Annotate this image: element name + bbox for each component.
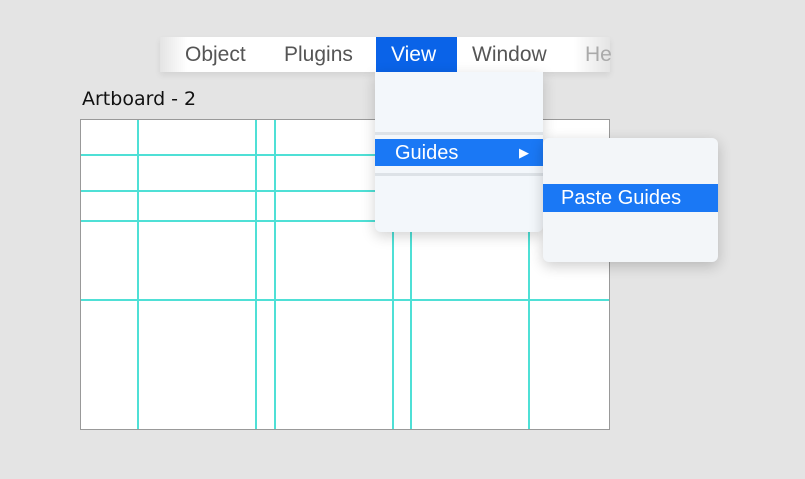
vertical-guide[interactable] — [137, 120, 139, 429]
menu-object[interactable]: Object — [170, 37, 261, 72]
menu-window[interactable]: Window — [457, 37, 562, 72]
menu-item-guides[interactable]: Guides ▶ — [375, 139, 543, 166]
artboard-title: Artboard - 2 — [82, 88, 197, 110]
vertical-guide[interactable] — [274, 120, 276, 429]
submenu-arrow-icon: ▶ — [519, 145, 529, 160]
guides-submenu: Paste Guides — [543, 138, 718, 262]
view-menu-dropdown: Guides ▶ — [375, 72, 543, 232]
menu-plugins[interactable]: Plugins — [269, 37, 368, 72]
menu-item-paste-guides[interactable]: Paste Guides — [543, 184, 718, 212]
menu-bar: Object Plugins View Window He — [160, 37, 612, 72]
menu-help[interactable]: He — [570, 37, 627, 72]
menu-view[interactable]: View — [376, 37, 457, 72]
paste-guides-label: Paste Guides — [561, 187, 682, 209]
horizontal-guide[interactable] — [81, 299, 609, 301]
menu-separator — [375, 132, 543, 135]
vertical-guide[interactable] — [255, 120, 257, 429]
menu-separator — [375, 173, 543, 176]
guides-label: Guides — [395, 142, 459, 164]
